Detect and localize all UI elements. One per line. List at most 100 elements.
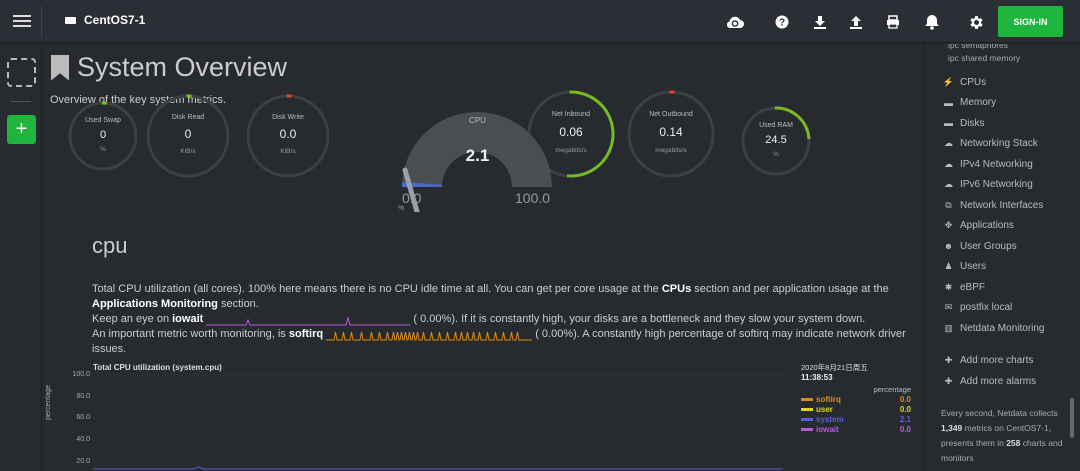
cloud-sync-icon[interactable]: [725, 12, 745, 32]
sidebar-item-applications[interactable]: ✥ Applications: [925, 216, 1080, 237]
sidebar-item-cpus[interactable]: ⚡ CPUs: [925, 72, 1080, 93]
chart-canvas: [93, 374, 788, 470]
iowait-metric: iowait: [172, 313, 204, 325]
sidebar-item-users[interactable]: ♟ Users: [925, 257, 1080, 278]
sidebar-item-label: User Groups: [960, 240, 1017, 252]
iowait-sparkline: [206, 316, 411, 326]
gauge-disk-read[interactable]: Disk Read 0 KiB/s: [145, 93, 231, 179]
desc-text: Keep an eye on: [92, 313, 173, 325]
sidebar-subitem[interactable]: ipc semaphores: [925, 44, 1080, 52]
legend-name: iowait: [816, 424, 839, 434]
cpu-gauge-value: 2.1: [465, 146, 490, 165]
legend-value: 0.0: [899, 394, 911, 404]
add-alarms-link[interactable]: ✚ Add more alarms: [925, 371, 1080, 392]
section-description: Total CPU utilization (all cores). 100% …: [92, 282, 917, 357]
cpu-gauge-label: CPU: [469, 116, 486, 125]
cpu-gauge-min: 0.0: [402, 190, 422, 206]
disk-icon: ▬: [944, 118, 953, 129]
legend-item[interactable]: user 0.0: [801, 404, 911, 414]
gauge-value: 0.14: [659, 125, 683, 139]
cloud-icon: ☁: [944, 138, 953, 149]
gauge-label: Used Swap: [85, 117, 121, 125]
legend-item[interactable]: system 2.1: [801, 414, 911, 424]
sidebar-item-postfix-local[interactable]: ✉ postfix local: [925, 298, 1080, 319]
softirq-sparkline: [326, 332, 533, 341]
sidebar-item-label: Users: [960, 261, 987, 273]
cloud-icon: ☁: [944, 158, 953, 169]
add-charts-link[interactable]: ✚ Add more charts: [925, 351, 1080, 372]
chart-count: 258: [1006, 437, 1021, 448]
gauge-used-ram[interactable]: Used RAM 24.5%: [740, 105, 812, 177]
legend-item[interactable]: softirq 0.0: [801, 394, 911, 404]
gauge-label: Net Outbound: [649, 110, 693, 118]
network-icon: ⧉: [945, 199, 952, 210]
gauge-unit: KiB/s: [180, 148, 196, 156]
add-space-button[interactable]: +: [7, 115, 36, 144]
metric-count: 1,349: [941, 422, 963, 433]
users-icon: ☻: [943, 241, 954, 252]
print-icon[interactable]: [883, 12, 903, 32]
add-alarms-label: Add more alarms: [960, 375, 1037, 387]
space-selector[interactable]: [7, 58, 36, 87]
host-selector[interactable]: CentOS7-1: [65, 13, 145, 27]
sidebar-item-ipv4-networking[interactable]: ☁ IPv4 Networking: [925, 154, 1080, 175]
sidebar-item-label: Disks: [960, 117, 985, 129]
gauge-disk-write[interactable]: Disk Write 0.0 KiB/s: [245, 93, 331, 179]
legend-name: softirq: [816, 394, 841, 404]
gauge-unit: megabits/s: [655, 146, 687, 154]
legend-name: user: [816, 404, 833, 414]
cloud-icon: ☁: [944, 179, 953, 190]
sidebar-item-networking-stack[interactable]: ☁ Networking Stack: [925, 134, 1080, 155]
gauge-unit: KiB/s: [280, 148, 296, 156]
sign-in-button[interactable]: SIGN-IN: [998, 6, 1063, 37]
legend-item[interactable]: iowait 0.0: [801, 424, 911, 434]
sidebar-item-label: Memory: [960, 97, 997, 109]
sidebar-item-user-groups[interactable]: ☻ User Groups: [925, 236, 1080, 257]
sidebar-item-ipv6-networking[interactable]: ☁ IPv6 Networking: [925, 175, 1080, 196]
sidebar-subitem[interactable]: ipc shared memory: [925, 52, 1080, 65]
page-title: System Overview: [51, 52, 287, 83]
gauge-used-swap[interactable]: Used Swap 0%: [67, 100, 139, 172]
legend-swatch: [801, 417, 813, 421]
cpu-gauge-max: 100.0: [515, 190, 551, 206]
user-icon: ♟: [944, 261, 953, 272]
svg-text:?: ?: [779, 18, 785, 29]
host-name: CentOS7-1: [84, 13, 146, 27]
cpu-chart[interactable]: Total CPU utilization (system.cpu) perce…: [43, 360, 923, 471]
top-bar: CentOS7-1 ? SIGN-IN: [0, 0, 1080, 43]
plus-icon: ✚: [944, 355, 953, 366]
bell-icon[interactable]: [922, 12, 942, 32]
cpus-link[interactable]: CPUs: [662, 283, 691, 295]
server-icon: [65, 16, 76, 24]
sidebar-item-label: Network Interfaces: [960, 199, 1044, 211]
download-icon[interactable]: [810, 12, 830, 32]
sidebar-item-ebpf[interactable]: ✱ eBPF: [925, 277, 1080, 298]
gear-icon[interactable]: [966, 12, 986, 32]
softirq-metric: softirq: [288, 328, 324, 340]
puzzle-icon: ✱: [944, 281, 953, 292]
scrollbar[interactable]: [1070, 398, 1074, 438]
applications-link[interactable]: Applications Monitoring: [92, 298, 218, 310]
sidebar-item-disks[interactable]: ▬ Disks: [925, 113, 1080, 134]
gauge-net-outbound[interactable]: Net Outbound 0.14 megabits/s: [626, 89, 716, 179]
help-icon[interactable]: ?: [772, 12, 792, 32]
cpu-gauge[interactable]: CPU 2.1 0.0 100.0 %: [390, 112, 565, 212]
sidebar-item-label: IPv4 Networking: [960, 158, 1033, 170]
menu-icon[interactable]: [13, 12, 31, 30]
desc-text: section and per application usage at the: [691, 283, 889, 295]
sidebar-item-netdata-monitoring[interactable]: ▥ Netdata Monitoring: [925, 318, 1080, 339]
desc-text: section.: [217, 298, 259, 310]
legend-name: system: [816, 414, 844, 424]
footer-text: Every second, Netdata collects: [941, 407, 1058, 418]
add-charts-label: Add more charts: [960, 355, 1034, 367]
sidebar-item-memory[interactable]: ▬ Memory: [925, 93, 1080, 114]
sidebar-item-network-interfaces[interactable]: ⧉ Network Interfaces: [925, 195, 1080, 216]
legend-value: 2.1: [899, 414, 911, 424]
section-heading: cpu: [92, 233, 128, 258]
main-content: System Overview Overview of the key syst…: [43, 44, 923, 471]
bar-chart-icon: ▥: [944, 322, 953, 333]
gauge-value: 0: [99, 128, 107, 141]
sidebar-item-label: Applications: [960, 220, 1014, 232]
right-sidebar: ipc semaphores ipc shared memory ⚡ CPUs ▬ M…: [924, 44, 1080, 471]
upload-icon[interactable]: [846, 12, 866, 32]
